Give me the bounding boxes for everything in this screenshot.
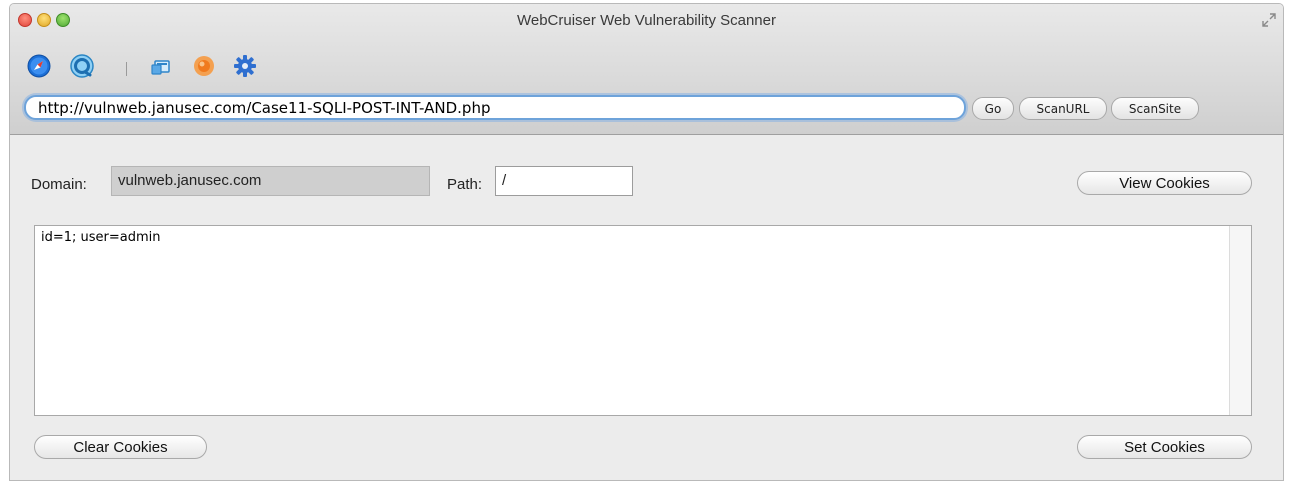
scan-site-button[interactable]: ScanSite [1111, 97, 1199, 120]
scan-url-button[interactable]: ScanURL [1019, 97, 1107, 120]
path-label: Path: [447, 176, 483, 193]
path-field[interactable]: / [495, 166, 633, 196]
view-cookies-button[interactable]: View Cookies [1077, 171, 1252, 195]
cookies-text-area[interactable]: id=1; user=admin [34, 225, 1252, 416]
toolbar-separator [126, 62, 127, 76]
scanner-refresh-icon[interactable] [68, 52, 96, 80]
browser-compass-icon[interactable] [25, 52, 53, 80]
domain-label: Domain: [31, 176, 87, 193]
fullscreen-icon[interactable] [1261, 12, 1277, 28]
domain-field[interactable]: vulnweb.janusec.com [111, 166, 430, 196]
cookies-scrollbar[interactable] [1229, 226, 1251, 415]
title-toolbar-area: WebCruiser Web Vulnerability Scanner htt… [10, 4, 1283, 135]
resend-icon[interactable] [190, 52, 218, 80]
cookies-text[interactable]: id=1; user=admin [35, 226, 1229, 415]
tools-icon[interactable] [147, 52, 175, 80]
app-window: WebCruiser Web Vulnerability Scanner htt… [9, 3, 1284, 481]
go-button[interactable]: Go [972, 97, 1014, 120]
window-title: WebCruiser Web Vulnerability Scanner [516, 12, 776, 29]
settings-gear-icon[interactable] [231, 52, 259, 80]
set-cookies-button[interactable]: Set Cookies [1077, 435, 1252, 459]
url-input[interactable] [24, 95, 966, 120]
clear-cookies-button[interactable]: Clear Cookies [34, 435, 207, 459]
